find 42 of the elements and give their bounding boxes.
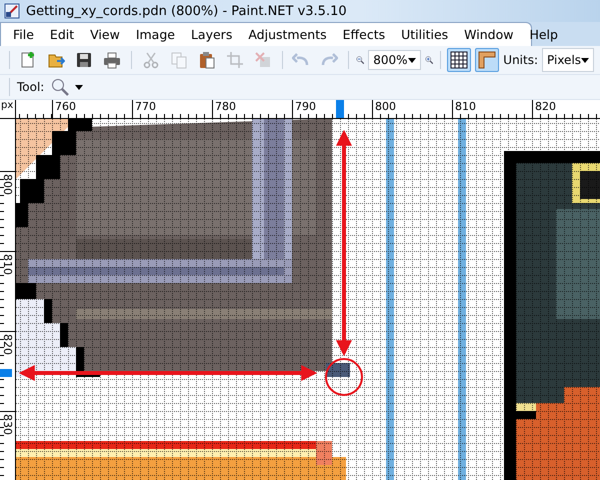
- menu-item[interactable]: View: [82, 23, 128, 46]
- units-label: Units:: [503, 53, 538, 67]
- menu-item[interactable]: Adjustments: [240, 23, 335, 46]
- deselect-icon: [254, 51, 272, 69]
- menu-item[interactable]: Window: [456, 23, 522, 46]
- ruler-position-marker: [0, 369, 12, 377]
- window-title: Getting_xy_cords.pdn (800%) - Paint.NET v3.5.10: [26, 4, 347, 18]
- highlight-circle: [325, 358, 363, 396]
- ruler-label: 780: [214, 100, 236, 113]
- ruler-position-marker: [336, 100, 344, 118]
- ruler-label: 800: [374, 100, 396, 113]
- menu-item[interactable]: Layers: [182, 23, 240, 46]
- ruler-label: 810: [454, 100, 476, 113]
- menu-item[interactable]: Utilities: [393, 23, 456, 46]
- menu-item[interactable]: Edit: [42, 23, 82, 46]
- ruler-label: 800: [1, 174, 14, 195]
- ruler-unit-label: px: [0, 100, 16, 118]
- units-dropdown[interactable]: Pixels: [542, 48, 594, 72]
- scissors-icon: [142, 51, 160, 69]
- ruler-label: 830: [1, 414, 14, 435]
- menu-item[interactable]: Effects: [334, 23, 394, 46]
- app-icon: [4, 3, 20, 19]
- ruler-label: 820: [1, 334, 14, 355]
- menu-item[interactable]: Help: [521, 23, 566, 46]
- menu-item[interactable]: File: [5, 23, 42, 46]
- rulers-toggle[interactable]: [475, 48, 500, 72]
- clipboard-icon: [198, 51, 216, 69]
- tool-label: Tool:: [17, 80, 44, 94]
- zoom-dropdown[interactable]: 800%: [368, 50, 420, 70]
- magnifier-icon: [51, 78, 70, 96]
- ruler-label: 790: [294, 100, 316, 113]
- ruler-label: 770: [134, 100, 156, 113]
- crop-icon: [226, 51, 244, 69]
- ruler-label: 820: [534, 100, 556, 113]
- copy-icon: [170, 51, 188, 69]
- printer-icon: [103, 51, 122, 69]
- grid-toggle[interactable]: [447, 48, 472, 72]
- ruler-label: 810: [1, 254, 14, 275]
- ruler-label: 760: [54, 100, 76, 113]
- grid-icon: [450, 51, 468, 69]
- menu-item[interactable]: Image: [128, 23, 183, 46]
- ruler-icon: [478, 51, 496, 69]
